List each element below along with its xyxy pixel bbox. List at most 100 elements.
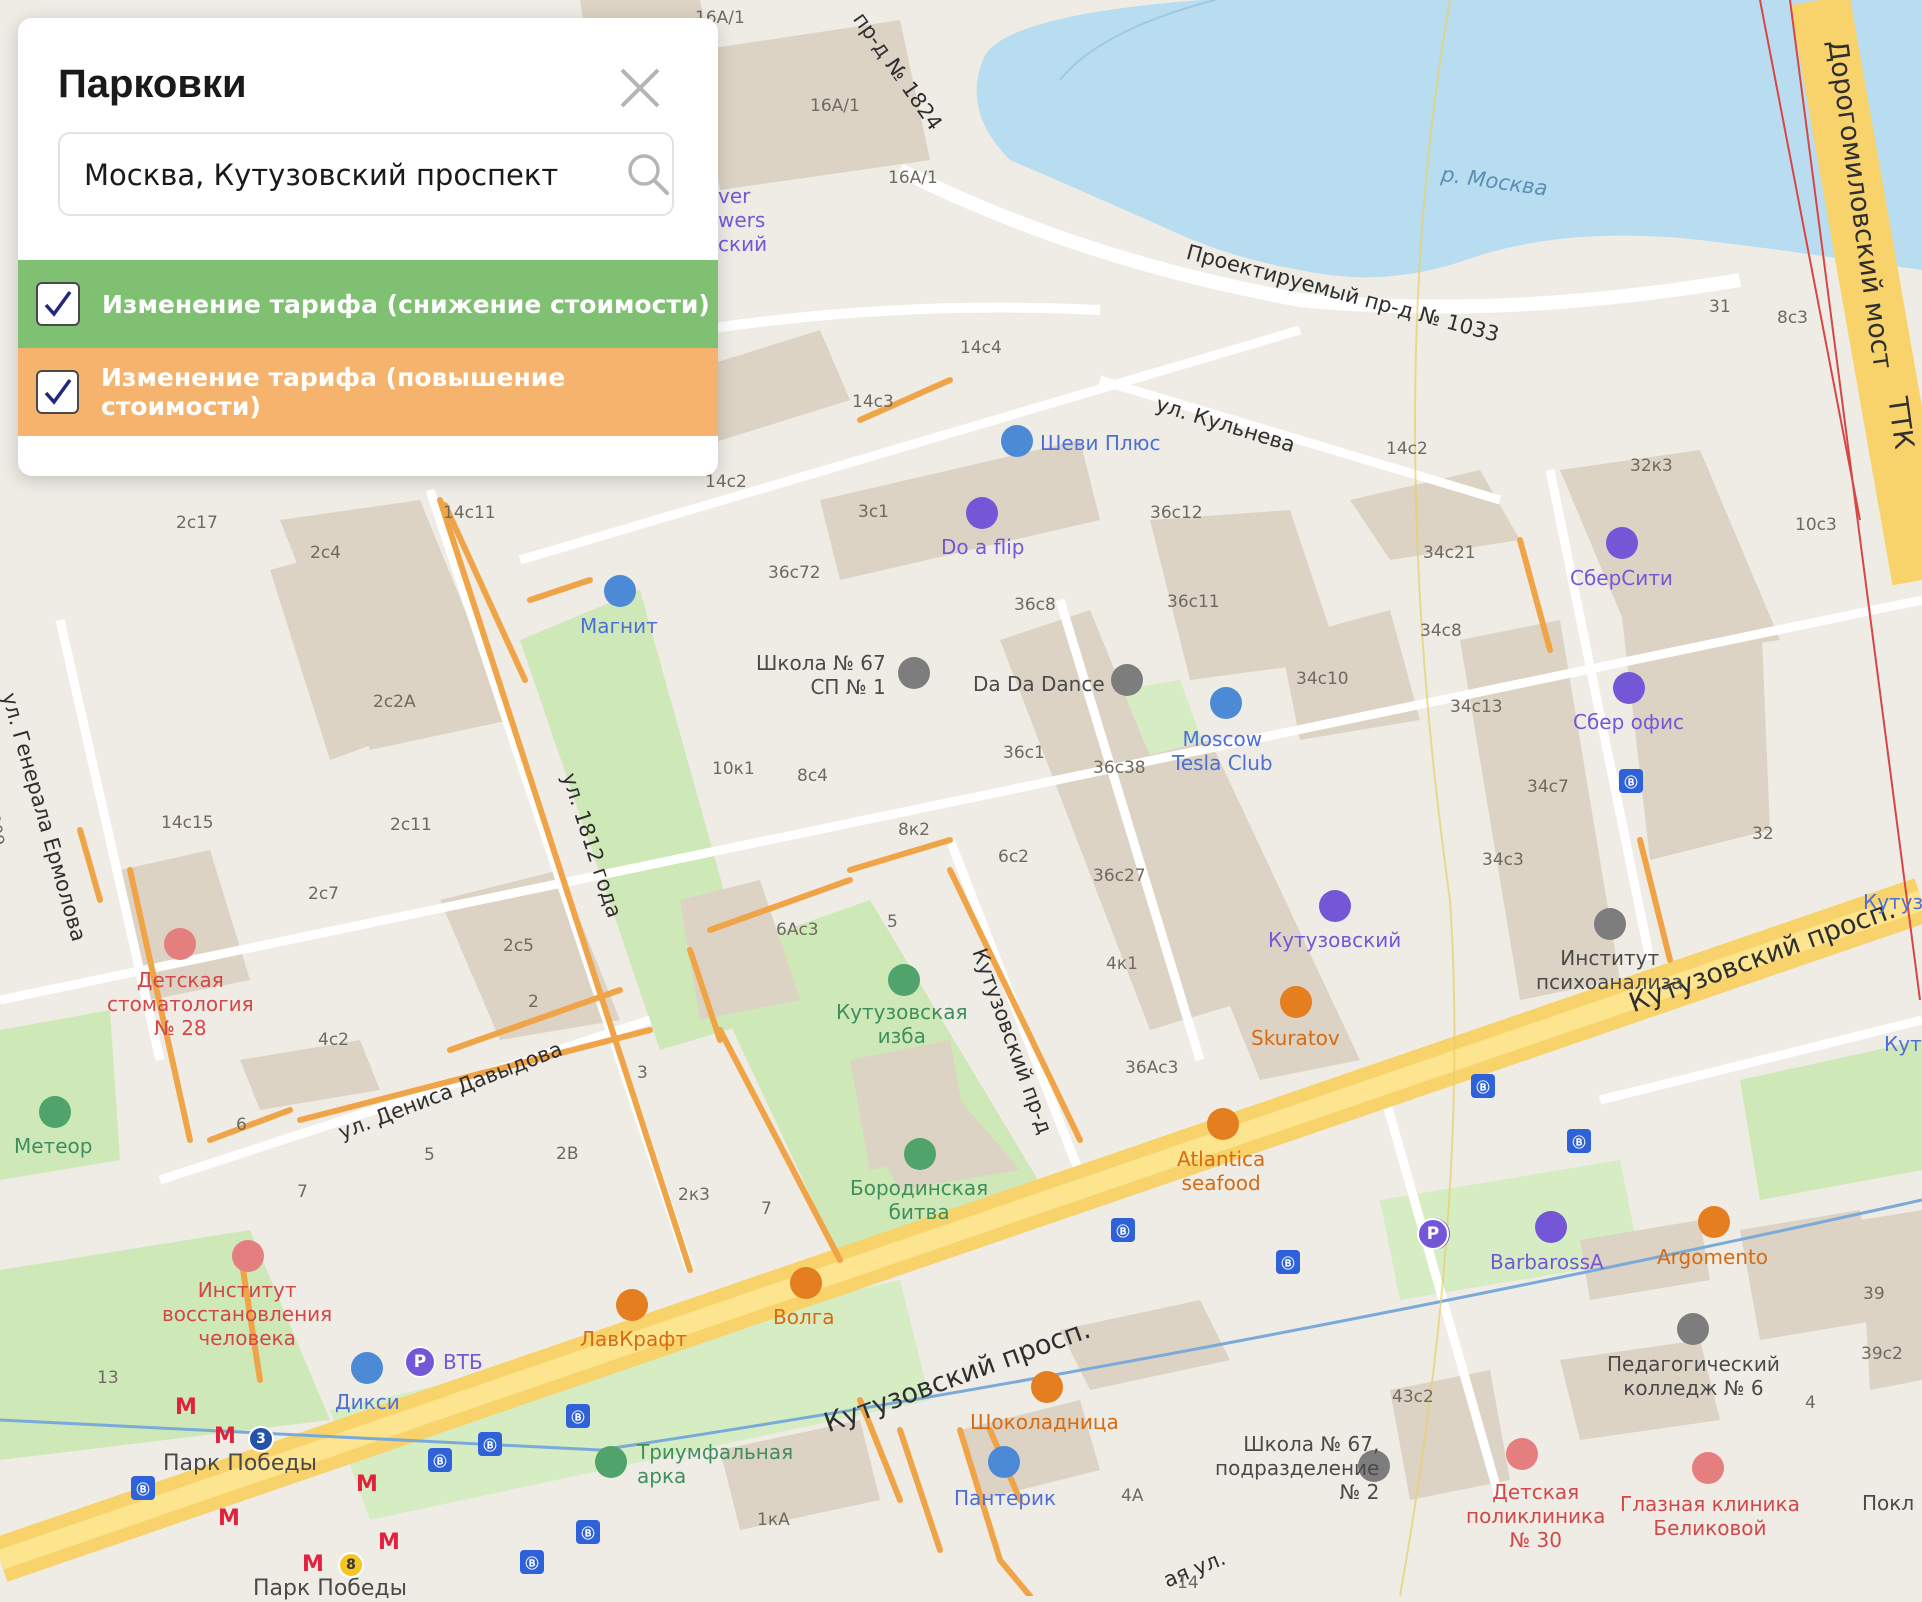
building-number: 34с8 <box>1420 621 1462 641</box>
filter-tariff-decrease[interactable]: Изменение тарифа (снижение стоимости) <box>18 260 718 348</box>
building-number: 4к1 <box>1106 954 1138 974</box>
metro-icon[interactable]: М <box>175 1395 197 1420</box>
poi-polyclinic-30[interactable]: Детская поликлиника № 30 <box>1466 1480 1605 1552</box>
poi-psychoanalysis[interactable]: Институт психоанализа <box>1536 946 1683 994</box>
checkbox-tariff-increase[interactable] <box>36 370 79 414</box>
poi-barbarossa[interactable]: BarbarossA <box>1490 1250 1604 1274</box>
metro-icon[interactable]: М <box>214 1424 236 1449</box>
metro-icon[interactable]: М <box>302 1552 324 1577</box>
transit-stop-icon[interactable]: Ⓑ <box>1567 1129 1591 1153</box>
transit-stop-icon[interactable]: Ⓑ <box>566 1404 590 1428</box>
building-number: 3 <box>637 1063 648 1083</box>
building-number: 6с2 <box>998 847 1029 867</box>
building-number: 14с15 <box>161 813 214 833</box>
building-number: 14с4 <box>960 338 1002 358</box>
building-number: 6Ас3 <box>776 920 819 940</box>
metro-icon[interactable]: М <box>356 1472 378 1497</box>
building-number: 31 <box>1709 297 1731 317</box>
building-number: 39 <box>1863 1284 1885 1304</box>
poi-kutuz-edge[interactable]: Кутуз <box>1863 890 1922 914</box>
poi-do-a-flip[interactable]: Do a flip <box>941 535 1024 559</box>
poi-panterik[interactable]: Пантерик <box>954 1486 1056 1510</box>
poi-skuratov[interactable]: Skuratov <box>1251 1026 1340 1050</box>
search-icon[interactable] <box>625 151 671 197</box>
building-number: 13 <box>97 1368 119 1388</box>
building-number: 16А/1 <box>888 168 938 188</box>
building-number: 34с3 <box>1482 850 1524 870</box>
poi-triumphal-arch[interactable]: Триумфальная арка <box>637 1440 793 1488</box>
poi-dadadance[interactable]: Da Da Dance <box>973 672 1105 696</box>
transit-stop-icon[interactable]: Ⓑ <box>520 1550 544 1574</box>
poi-shokoladnitsa[interactable]: Шоколадница <box>970 1410 1119 1434</box>
building-number: 2В <box>556 1144 579 1164</box>
poi-argomento[interactable]: Argomento <box>1657 1245 1768 1269</box>
building-number: 5 <box>887 912 898 932</box>
transit-stop-icon[interactable]: Ⓑ <box>478 1432 502 1456</box>
close-button[interactable] <box>614 62 666 114</box>
search-input[interactable] <box>82 134 606 216</box>
building-number: 8к2 <box>898 820 930 840</box>
transit-stop-icon[interactable]: Ⓑ <box>131 1476 155 1500</box>
check-icon <box>44 290 72 317</box>
building-number: 2с4 <box>310 543 341 563</box>
building-number: 36Ас3 <box>1125 1058 1179 1078</box>
poi-sber-office[interactable]: Сбер офис <box>1573 710 1684 734</box>
poi-shevi-plus[interactable]: Шеви Плюс <box>1040 431 1161 455</box>
poi-atlantica[interactable]: Atlantica seafood <box>1177 1147 1265 1195</box>
building-number: 36с72 <box>768 563 821 583</box>
building-number: 34с21 <box>1423 543 1476 563</box>
building-number: 32к3 <box>1630 456 1673 476</box>
building-number: 6 <box>236 1115 247 1135</box>
poi-kutuzovskaya-izba[interactable]: Кутузовская изба <box>836 1000 968 1048</box>
poi-volga[interactable]: Волга <box>773 1305 835 1329</box>
transit-stop-icon[interactable]: Ⓑ <box>576 1520 600 1544</box>
transit-stop-icon[interactable]: Ⓑ <box>1276 1250 1300 1274</box>
poi-tesla-club[interactable]: Moscow Tesla Club <box>1172 727 1273 775</box>
poi-sbercity[interactable]: СберСити <box>1570 566 1673 590</box>
poi-restoration-institute[interactable]: Институт восстановления человека <box>162 1278 332 1350</box>
poi-pedagogical-college[interactable]: Педагогический колледж № 6 <box>1607 1352 1780 1400</box>
transit-stop-icon[interactable]: Ⓑ <box>1111 1218 1135 1242</box>
transit-stop-icon[interactable]: Ⓑ <box>1471 1074 1495 1098</box>
poi-eye-clinic[interactable]: Глазная клиника Беликовой <box>1620 1492 1800 1540</box>
metro-icon[interactable]: М <box>378 1530 400 1555</box>
poi-borodino[interactable]: Бородинская битва <box>850 1176 988 1224</box>
building-number: 36с27 <box>1093 866 1146 886</box>
building-number: 14с3 <box>852 392 894 412</box>
checkbox-tariff-decrease[interactable] <box>36 282 80 326</box>
building-number: 7 <box>761 1199 772 1219</box>
poi-dental-28[interactable]: Детская стоматология № 28 <box>107 968 254 1040</box>
building-number: 2с7 <box>308 884 339 904</box>
poi-dixi[interactable]: Дикси <box>335 1390 400 1414</box>
poi-kut-edge[interactable]: Кут <box>1884 1032 1922 1056</box>
poi-vtb[interactable]: ВТБ <box>443 1350 483 1374</box>
building-number: 36с1 <box>1003 743 1045 763</box>
panel-title: Парковки <box>58 62 247 106</box>
building-number: 36с11 <box>1167 592 1220 612</box>
poi-park-pobedy[interactable]: Парк Победы <box>163 1451 317 1477</box>
building-number: 8с4 <box>797 766 828 786</box>
building-number: 34с10 <box>1296 669 1349 689</box>
poi-school-67-2[interactable]: Школа № 67, подразделение № 2 <box>1215 1432 1379 1504</box>
poi-meteor[interactable]: Метеор <box>14 1134 92 1158</box>
poi-lavkraft[interactable]: ЛавКрафт <box>580 1327 687 1351</box>
metro-icon[interactable]: М <box>218 1506 240 1531</box>
parking-p-icon[interactable]: P <box>1417 1218 1449 1250</box>
building-number: 1кА <box>757 1510 790 1530</box>
parking-p-icon[interactable]: P <box>404 1346 436 1378</box>
building-number: 4А <box>1121 1486 1144 1506</box>
transit-stop-icon[interactable]: Ⓑ <box>428 1448 452 1472</box>
poi-magnit[interactable]: Магнит <box>580 614 658 638</box>
poi-park-pobedy-2[interactable]: Парк Победы <box>253 1576 407 1602</box>
transit-stop-icon[interactable]: Ⓑ <box>1619 769 1643 793</box>
poi-kutuzovsky[interactable]: Кутузовский <box>1268 928 1401 952</box>
metro-line-3-badge: 3 <box>248 1426 274 1452</box>
filter-label-increase: Изменение тарифа (повышение стоимости) <box>101 363 566 421</box>
building-number: 36с8 <box>1014 595 1056 615</box>
filter-tariff-increase[interactable]: Изменение тарифа (повышение стоимости) <box>18 348 718 436</box>
building-number: 8с3 <box>1777 308 1808 328</box>
poi-school-67[interactable]: Школа № 67 СП № 1 <box>756 651 886 699</box>
building-number: 2с2А <box>373 692 416 712</box>
poi-pokl-edge[interactable]: Покл <box>1862 1491 1914 1515</box>
poi-tower-partial[interactable]: ver wers ский <box>718 184 767 256</box>
